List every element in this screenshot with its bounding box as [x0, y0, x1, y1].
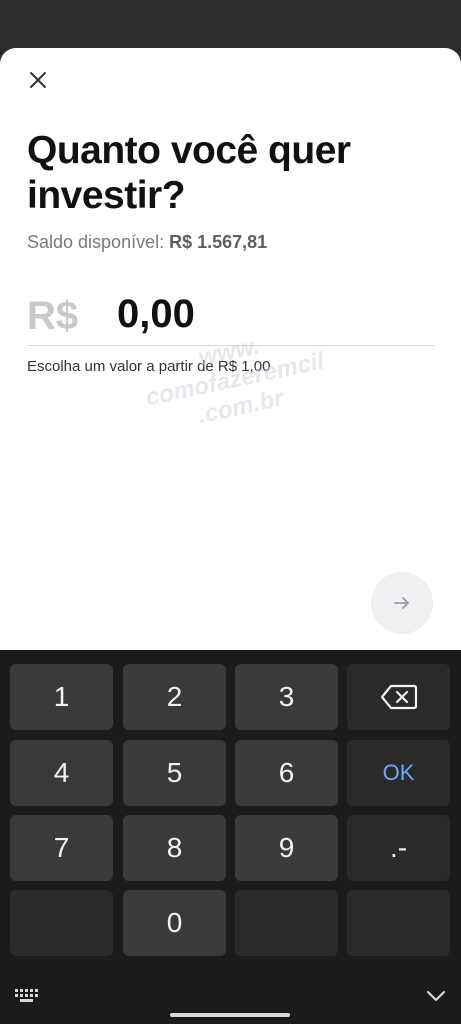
key-7[interactable]: 7 [10, 815, 113, 881]
empty-key-left [10, 890, 113, 956]
close-button[interactable] [24, 66, 52, 94]
empty-key-middle [235, 890, 338, 956]
key-2[interactable]: 2 [123, 664, 226, 730]
keyboard-icon[interactable] [14, 986, 40, 1006]
key-1[interactable]: 1 [10, 664, 113, 730]
key-8[interactable]: 8 [123, 815, 226, 881]
empty-key-right [347, 890, 450, 956]
key-5[interactable]: 5 [123, 740, 226, 806]
screen: Quanto você quer investir? Saldo disponí… [0, 0, 461, 1024]
available-balance: Saldo disponível: R$ 1.567,81 [27, 232, 267, 253]
key-0[interactable]: 0 [123, 890, 226, 956]
chevron-down-icon[interactable] [424, 986, 448, 1006]
arrow-right-icon [394, 597, 409, 609]
keyboard-nav-bar [0, 980, 461, 1024]
next-button[interactable] [371, 572, 433, 634]
backspace-icon [380, 684, 417, 710]
status-bar [0, 0, 461, 48]
key-6[interactable]: 6 [235, 740, 338, 806]
amount-field-row: R$ [27, 292, 435, 346]
currency-symbol: R$ [27, 294, 79, 338]
key-4[interactable]: 4 [10, 740, 113, 806]
amount-input[interactable] [117, 292, 417, 337]
key-9[interactable]: 9 [235, 815, 338, 881]
balance-label: Saldo disponível: [27, 232, 165, 252]
dot-minus-key[interactable]: .- [347, 815, 450, 881]
min-amount-helper: Escolha um valor a partir de R$ 1,00 [27, 358, 271, 375]
close-icon [30, 72, 46, 88]
key-3[interactable]: 3 [235, 664, 338, 730]
page-title: Quanto você quer investir? [27, 129, 351, 217]
balance-value: R$ 1.567,81 [169, 232, 268, 252]
ok-key[interactable]: OK [347, 740, 450, 806]
numeric-keyboard: 1 2 3 4 5 6 OK 7 8 9 .- 0 [0, 650, 461, 1024]
backspace-key[interactable] [347, 664, 450, 730]
home-indicator[interactable] [170, 1013, 290, 1017]
invest-sheet: Quanto você quer investir? Saldo disponí… [0, 48, 461, 650]
